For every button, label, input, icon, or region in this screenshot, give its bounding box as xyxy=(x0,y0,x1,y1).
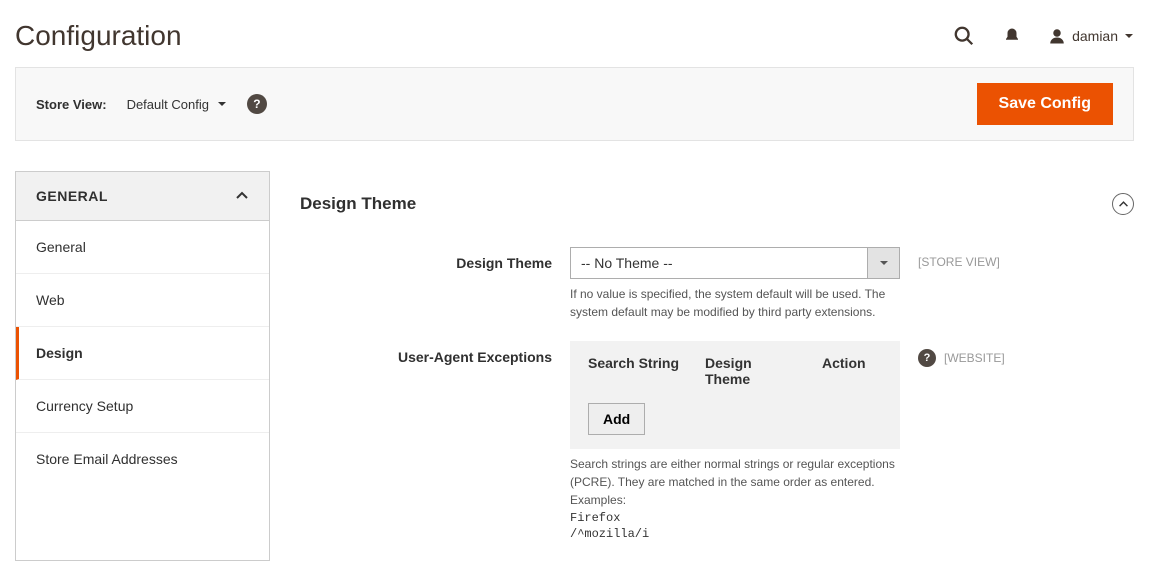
add-button[interactable]: Add xyxy=(588,403,645,435)
help-icon[interactable]: ? xyxy=(247,94,267,114)
section-title: Design Theme xyxy=(300,194,416,214)
ua-exceptions-table: Search String Design Theme Action Add xyxy=(570,341,900,449)
sidebar-item-design[interactable]: Design xyxy=(16,327,269,380)
design-theme-value: -- No Theme -- xyxy=(571,248,867,278)
page-title: Configuration xyxy=(15,20,182,52)
ua-col-action-header: Action xyxy=(822,355,882,387)
help-icon[interactable]: ? xyxy=(918,349,936,367)
ua-exceptions-label: User-Agent Exceptions xyxy=(300,341,570,365)
user-menu[interactable]: damian xyxy=(1048,27,1134,45)
design-theme-scope: [STORE VIEW] xyxy=(918,255,1000,269)
section-header-design-theme[interactable]: Design Theme xyxy=(300,193,1134,227)
ua-exceptions-scope: [WEBSITE] xyxy=(944,351,1005,365)
save-config-button[interactable]: Save Config xyxy=(977,83,1113,125)
ua-col-search-header: Search String xyxy=(588,355,681,387)
collapse-icon[interactable] xyxy=(1112,193,1134,215)
store-view-value: Default Config xyxy=(127,97,209,112)
chevron-down-icon xyxy=(1124,31,1134,41)
sidebar-item-store-email[interactable]: Store Email Addresses xyxy=(16,433,269,485)
design-theme-help: If no value is specified, the system def… xyxy=(570,285,900,321)
sidebar-item-currency-setup[interactable]: Currency Setup xyxy=(16,380,269,433)
design-theme-label: Design Theme xyxy=(300,247,570,271)
search-icon[interactable] xyxy=(952,24,976,48)
ua-exceptions-help: Search strings are either normal strings… xyxy=(570,455,900,509)
ua-example-2: /^mozilla/i xyxy=(570,527,900,541)
caret-down-icon xyxy=(217,99,227,109)
sidebar-group-general[interactable]: GENERAL xyxy=(16,172,269,221)
ua-col-theme-header: Design Theme xyxy=(705,355,798,387)
ua-example-1: Firefox xyxy=(570,511,900,525)
sidebar-item-web[interactable]: Web xyxy=(16,274,269,327)
user-icon xyxy=(1048,27,1066,45)
user-name: damian xyxy=(1072,28,1118,44)
sidebar: GENERAL General Web Design Currency Setu… xyxy=(15,171,270,561)
sidebar-group-title: GENERAL xyxy=(36,188,108,204)
store-view-label: Store View: xyxy=(36,97,107,112)
sidebar-item-general[interactable]: General xyxy=(16,221,269,274)
chevron-down-icon xyxy=(867,248,899,278)
notifications-icon[interactable] xyxy=(1000,24,1024,48)
design-theme-select[interactable]: -- No Theme -- xyxy=(570,247,900,279)
chevron-up-icon xyxy=(235,189,249,203)
store-view-selector[interactable]: Default Config xyxy=(127,97,227,112)
